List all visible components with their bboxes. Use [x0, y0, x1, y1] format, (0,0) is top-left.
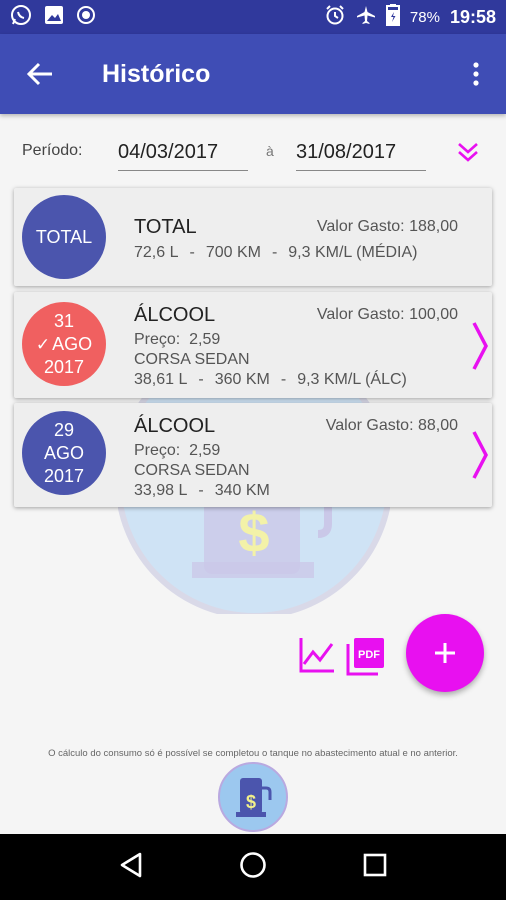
date-month: AGO	[43, 442, 84, 463]
airplane-mode-icon	[356, 5, 376, 30]
status-bar: 78% 19:58	[0, 0, 506, 34]
export-pdf-button[interactable]: PDF	[346, 636, 386, 676]
total-summary: 72,6 L -700 KM -9,3 KM/L (MÉDIA)	[134, 244, 418, 261]
clock: 19:58	[449, 6, 496, 27]
pdf-icon: PDF	[346, 638, 384, 676]
consumption-note: O cálculo do consumo só é possível se co…	[48, 748, 458, 759]
fuel-type: ÁLCOOL	[134, 415, 216, 437]
square-recents-icon	[364, 853, 387, 876]
record-icon	[76, 5, 96, 30]
back-button[interactable]	[0, 34, 80, 114]
start-date-field[interactable]: 04/03/2017	[118, 133, 248, 171]
battery-percentage: 78%	[409, 8, 440, 26]
vehicle-name: CORSA SEDAN	[134, 351, 250, 368]
date-month: AGO	[52, 333, 93, 354]
chart-button[interactable]	[298, 636, 336, 674]
line-chart-icon	[299, 638, 334, 673]
total-card: TOTAL TOTAL Valor Gasto: 188,00 72,6 L-7…	[14, 188, 492, 286]
record-summary: 38,61 L -360 KM -9,3 KM/L (ÁLC)	[134, 371, 407, 388]
period-label: Período:	[22, 142, 83, 159]
history-record-1[interactable]: 31 ✓ AGO 2017 ÁLCOOL Valor Gasto: 100,00 …	[14, 292, 492, 398]
chevron-right-icon[interactable]	[470, 429, 490, 481]
total-title: TOTAL	[134, 216, 197, 238]
system-status: 78% 19:58	[324, 3, 496, 31]
more-vert-icon	[473, 62, 479, 86]
plus-icon	[435, 643, 455, 663]
nav-back-button[interactable]	[118, 851, 144, 884]
circle-home-icon	[240, 851, 266, 878]
svg-text:$: $	[246, 792, 256, 812]
history-record-2[interactable]: 29 AGO 2017 ÁLCOOL Valor Gasto: 88,00 Pr…	[14, 403, 492, 507]
amount-spent: Valor Gasto: 88,00	[325, 417, 458, 434]
fuel-price: Preço: 2,59	[134, 442, 221, 459]
date-year: 2017	[43, 465, 85, 486]
expand-filter-button[interactable]	[450, 132, 486, 172]
vehicle-name: CORSA SEDAN	[134, 462, 250, 479]
amount-spent: Valor Gasto: 100,00	[316, 306, 458, 323]
fuel-type: ÁLCOOL	[134, 304, 216, 326]
battery-icon	[385, 3, 400, 31]
fuel-price: Preço: 2,59	[134, 331, 221, 348]
period-separator: à	[266, 143, 274, 159]
system-navigation-bar	[0, 834, 506, 900]
triangle-back-icon	[120, 852, 141, 877]
add-refuel-button[interactable]	[406, 614, 484, 692]
nav-recents-button[interactable]	[362, 852, 388, 883]
total-badge: TOTAL	[22, 195, 106, 279]
double-chevron-down-icon	[458, 143, 478, 162]
page-title: Histórico	[102, 59, 211, 88]
overflow-menu-button[interactable]	[446, 34, 506, 114]
date-year: 2017	[43, 356, 85, 377]
period-filter: Período: 04/03/2017 à 31/08/2017	[0, 128, 506, 174]
total-value: Valor Gasto: 188,00	[316, 218, 458, 235]
date-day: 31	[53, 310, 75, 331]
app-bar: Histórico	[0, 34, 506, 114]
date-badge: 29 AGO 2017	[22, 411, 106, 495]
chevron-right-icon[interactable]	[470, 320, 490, 372]
svg-text:PDF: PDF	[358, 649, 380, 661]
record-summary: 33,98 L -340 KM	[134, 482, 270, 499]
check-icon: ✓	[35, 334, 51, 354]
app-logo: $	[218, 762, 288, 832]
arrow-back-icon	[27, 62, 52, 86]
date-day: 29	[53, 419, 75, 440]
date-badge: 31 ✓ AGO 2017	[22, 302, 106, 386]
end-date-field[interactable]: 31/08/2017	[296, 133, 426, 171]
notification-icons	[10, 4, 96, 31]
whatsapp-icon	[10, 4, 32, 31]
alarm-icon	[324, 4, 346, 31]
svg-text:$: $	[238, 501, 269, 564]
image-icon	[44, 5, 64, 30]
nav-home-button[interactable]	[239, 851, 267, 884]
